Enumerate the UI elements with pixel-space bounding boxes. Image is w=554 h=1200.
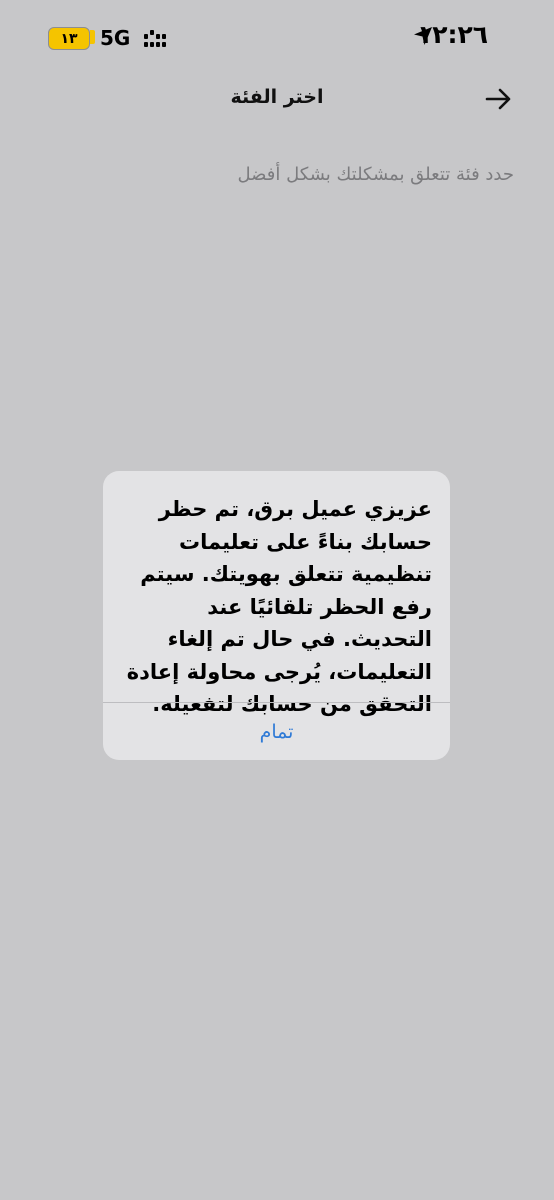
battery-tip [90,30,95,44]
page-subtitle: حدد فئة تتعلق بمشكلتك بشكل أفضل [237,164,514,185]
page-title: اختر الفئة [230,86,324,108]
location-arrow-icon [414,27,432,45]
status-bar: ١٢:٢٦ 5G ١٣ [0,0,554,76]
alert-dialog: عزيزي عميل برق، تم حظر حسابك بناءً على ت… [103,471,450,760]
network-label: 5G [100,26,131,50]
battery-level: ١٣ [49,28,89,49]
alert-ok-button[interactable]: تمام [103,703,450,760]
back-arrow-icon[interactable] [484,84,514,114]
signal-icon [144,30,166,47]
header: اختر الفئة [0,80,554,120]
screen: ١٢:٢٦ 5G ١٣ اختر الفئة حدد فئة تتعلق بمش… [0,0,554,1200]
alert-message: عزيزي عميل برق، تم حظر حسابك بناءً على ت… [126,497,432,716]
battery-icon: ١٣ [48,27,90,50]
